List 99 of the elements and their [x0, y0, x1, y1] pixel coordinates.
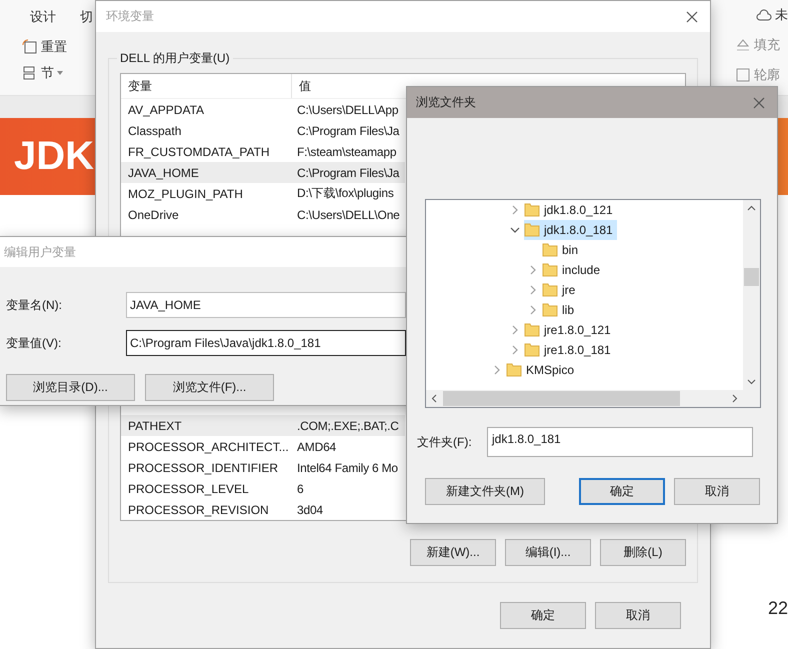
column-header[interactable]: 值 — [292, 78, 311, 94]
outline-icon — [735, 67, 751, 83]
table-cell-text: MOZ_PLUGIN_PATH — [127, 186, 244, 200]
tree-item[interactable]: jdk1.8.0_121 — [524, 200, 617, 220]
caret-icon — [57, 71, 63, 75]
tree-item[interactable]: include — [542, 260, 604, 280]
chevron-right-icon[interactable] — [528, 265, 538, 275]
list-row[interactable]: PROCESSOR_IDENTIFIER Intel64 Family 6 Mo — [121, 457, 405, 478]
button[interactable]: 取消 — [595, 602, 681, 629]
folder-icon — [524, 322, 540, 338]
list-row[interactable]: PROCESSOR_ARCHITECT... AMD64 — [121, 436, 405, 457]
folder-icon — [524, 202, 540, 218]
ribbon-button[interactable]: 节 — [22, 64, 93, 82]
field-label: 变量名(N): — [6, 296, 63, 314]
input-field[interactable]: C:\Program Files\Java\jdk1.8.0_181 — [126, 330, 406, 356]
tree-item[interactable]: lib — [542, 300, 578, 320]
tree-item[interactable]: jdk1.8.0_181 — [524, 220, 617, 240]
list-row[interactable]: PATHEXT .COM;.EXE;.BAT;.C — [121, 415, 405, 436]
page-number: 22 — [768, 598, 788, 619]
tree-item[interactable]: jre1.8.0_121 — [524, 320, 615, 340]
button[interactable]: 新建文件夹(M) — [425, 478, 545, 505]
folder-icon — [542, 262, 558, 278]
button[interactable]: 浏览文件(F)... — [145, 374, 274, 401]
table-cell: 6 — [297, 482, 304, 496]
table-cell-text: AV_APPDATA — [127, 102, 206, 116]
chevron-right-icon[interactable] — [528, 285, 538, 295]
column-header[interactable]: 变量 — [121, 74, 292, 98]
close-icon[interactable] — [753, 96, 765, 108]
list-row[interactable]: OneDrive C:\Users\DELL\One — [121, 204, 405, 225]
table-cell: 3d04 — [297, 502, 323, 516]
table-cell: C:\Program Files\Ja — [297, 166, 400, 180]
table-cell-text: PROCESSOR_ARCHITECT... — [127, 440, 290, 454]
list-row[interactable]: FR_CUSTOMDATA_PATH F:\steam\steamapp — [121, 141, 405, 162]
close-icon[interactable] — [686, 10, 698, 22]
horizontal-scrollbar[interactable] — [426, 390, 743, 407]
scroll-thumb[interactable] — [443, 391, 680, 406]
folder-icon — [524, 342, 540, 358]
list-row[interactable]: AV_APPDATA C:\Users\DELL\App — [121, 99, 405, 120]
list-row[interactable]: MOZ_PLUGIN_PATH D:\下载\fox\plugins — [121, 183, 405, 204]
button[interactable]: 取消 — [674, 478, 760, 505]
tree-item[interactable]: KMSpico — [506, 360, 578, 380]
cloud-status[interactable]: 未 — [756, 6, 788, 24]
window-title: 浏览文件夹 — [416, 94, 476, 111]
vertical-scrollbar[interactable] — [743, 200, 760, 390]
table-cell: D:\下载\fox\plugins — [297, 185, 394, 202]
chevron-right-icon[interactable] — [510, 205, 520, 215]
list-row[interactable]: JAVA_HOME C:\Program Files\Ja — [121, 162, 405, 183]
scroll-thumb[interactable] — [744, 268, 759, 286]
table-cell: AMD64 — [297, 440, 336, 454]
list-row[interactable]: Classpath C:\Program Files\Ja — [121, 120, 405, 141]
chevron-right-icon[interactable] — [510, 325, 520, 335]
table-cell: .COM;.EXE;.BAT;.C — [297, 418, 399, 432]
folder-icon — [506, 362, 522, 378]
folder-icon — [542, 282, 558, 298]
list-row[interactable]: PROCESSOR_LEVEL 6 — [121, 478, 405, 499]
table-cell: C:\Program Files\Ja — [297, 124, 400, 138]
folder-icon — [542, 242, 558, 258]
button[interactable]: 确定 — [579, 478, 665, 505]
cloud-icon — [756, 8, 772, 22]
field-label: 文件夹(F): — [417, 434, 473, 450]
banner-title: JDK — [14, 134, 94, 179]
chevron-right-icon[interactable] — [510, 345, 520, 355]
group-label: DELL 的用户变量(U) — [119, 50, 231, 67]
ribbon-tab[interactable]: 切 — [80, 8, 93, 26]
table-cell-text: OneDrive — [127, 208, 180, 222]
table-cell: Intel64 Family 6 Mo — [297, 460, 398, 474]
table-cell-text: JAVA_HOME — [127, 166, 200, 180]
window-title: 环境变量 — [106, 8, 154, 25]
fill-icon — [735, 37, 751, 53]
chevron-down-icon[interactable] — [510, 225, 520, 235]
chevron-right-icon[interactable] — [528, 305, 538, 315]
button[interactable]: 浏览目录(D)... — [6, 374, 135, 401]
chevron-right-icon[interactable] — [492, 365, 502, 375]
table-cell: F:\steam\steamapp — [297, 144, 396, 158]
window-title: 编辑用户变量 — [4, 244, 76, 260]
input-field[interactable]: jdk1.8.0_181 — [487, 427, 753, 457]
folder-icon — [524, 222, 540, 238]
tree-item[interactable]: jre1.8.0_181 — [524, 340, 615, 360]
table-cell: C:\Users\DELL\App — [297, 102, 398, 116]
table-cell-text: PATHEXT — [127, 418, 183, 432]
tree-item[interactable]: jre — [542, 280, 580, 300]
button[interactable]: 编辑(I)... — [505, 539, 591, 566]
input-field[interactable]: JAVA_HOME — [126, 292, 406, 318]
button[interactable]: 新建(W)... — [410, 539, 496, 566]
table-cell-text: PROCESSOR_REVISION — [127, 502, 270, 516]
button[interactable]: 删除(L) — [600, 539, 686, 566]
table-cell-text: PROCESSOR_IDENTIFIER — [127, 460, 280, 474]
ribbon-button[interactable]: 重置 — [22, 38, 93, 56]
table-cell: C:\Users\DELL\One — [297, 208, 400, 222]
button[interactable]: 确定 — [500, 602, 586, 629]
tree-item[interactable]: bin — [542, 240, 582, 260]
field-label: 变量值(V): — [6, 334, 62, 352]
ribbon-tab[interactable]: 设计 — [30, 8, 56, 26]
folder-icon — [542, 302, 558, 318]
table-cell-text: FR_CUSTOMDATA_PATH — [127, 144, 271, 158]
table-cell-text: PROCESSOR_LEVEL — [127, 482, 250, 496]
list-row[interactable]: PROCESSOR_REVISION 3d04 — [121, 499, 405, 520]
reset-icon — [22, 39, 38, 55]
table-cell-text: Classpath — [127, 124, 182, 138]
